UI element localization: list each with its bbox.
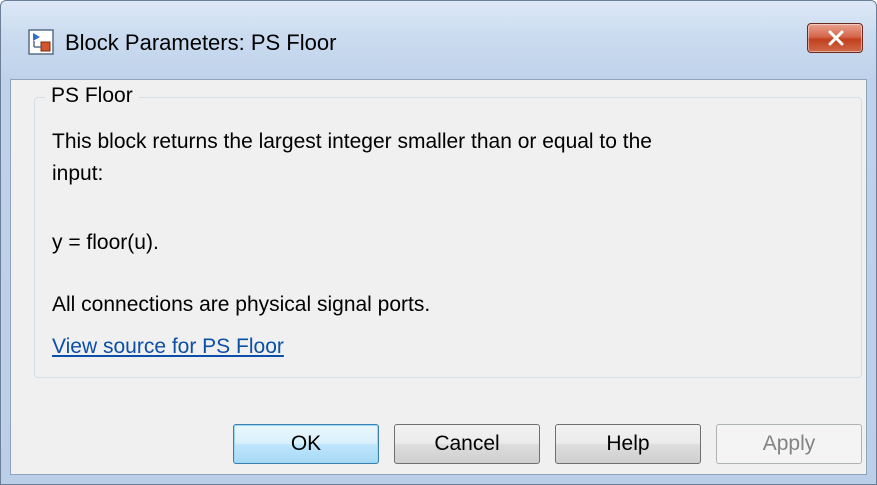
description-line-2: input: <box>52 162 104 185</box>
apply-button[interactable]: Apply <box>716 424 862 464</box>
ok-button[interactable]: OK <box>233 424 379 464</box>
group-title: PS Floor <box>45 82 139 110</box>
equation-text: y = floor(u). <box>52 231 159 254</box>
help-button[interactable]: Help <box>555 424 701 464</box>
close-icon <box>828 30 844 46</box>
simulink-block-icon <box>28 29 54 55</box>
title-bar[interactable]: Block Parameters: PS Floor <box>1 1 876 79</box>
connections-text: All connections are physical signal port… <box>52 293 431 316</box>
dialog-window: Block Parameters: PS Floor PS Floor This… <box>0 0 877 485</box>
close-button[interactable] <box>807 23 863 53</box>
description-line-1: This block returns the largest integer s… <box>52 130 652 153</box>
view-source-link[interactable]: View source for PS Floor <box>52 332 284 362</box>
window-title: Block Parameters: PS Floor <box>65 30 337 55</box>
cancel-button[interactable]: Cancel <box>394 424 540 464</box>
dialog-client-area: PS Floor This block returns the largest … <box>10 79 867 475</box>
